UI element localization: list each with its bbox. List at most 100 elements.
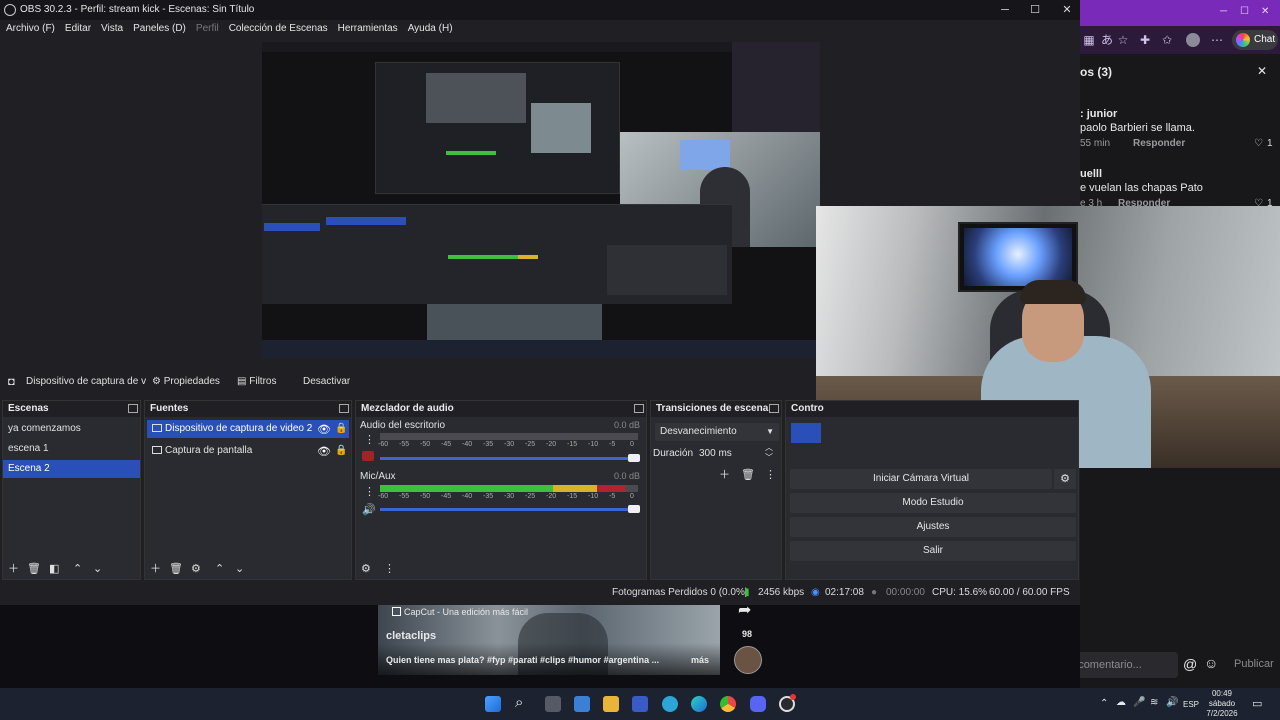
wifi-icon[interactable]: ≋ bbox=[1150, 697, 1158, 708]
favorite-icon[interactable]: ☆ bbox=[1116, 33, 1130, 47]
reply-button[interactable]: Responder bbox=[1133, 138, 1185, 149]
channel-menu-icon[interactable]: ⋮ bbox=[364, 485, 375, 498]
notifications-icon[interactable]: ▭ bbox=[1252, 697, 1262, 710]
undock-icon[interactable] bbox=[769, 404, 779, 413]
discord-icon[interactable] bbox=[750, 696, 766, 712]
exit-button[interactable]: Salir bbox=[790, 541, 1076, 561]
extensions-icon[interactable]: ✚ bbox=[1138, 33, 1152, 47]
browser-minimize-icon[interactable]: ─ bbox=[1220, 6, 1227, 17]
translate-icon[interactable]: あ bbox=[1100, 33, 1114, 47]
menu-paneles[interactable]: Paneles (D) bbox=[133, 20, 186, 38]
browser-maximize-icon[interactable]: ☐ bbox=[1240, 6, 1249, 17]
scene-item[interactable]: ya comenzamos bbox=[3, 420, 140, 438]
maximize-button[interactable]: ☐ bbox=[1020, 0, 1050, 20]
undock-icon[interactable] bbox=[634, 404, 644, 413]
source-properties-button[interactable]: ⚙ bbox=[191, 563, 201, 575]
menu-ayuda[interactable]: Ayuda (H) bbox=[408, 20, 453, 38]
mic-volume-knob[interactable] bbox=[628, 505, 640, 513]
menu-editar[interactable]: Editar bbox=[65, 20, 91, 38]
remove-transition-button[interactable]: 🗑 bbox=[741, 469, 755, 481]
properties-button[interactable]: ⚙ Propiedades bbox=[152, 374, 220, 390]
deactivate-button[interactable]: Desactivar bbox=[303, 374, 350, 390]
edge-icon[interactable] bbox=[691, 696, 707, 712]
minimize-button[interactable]: ─ bbox=[990, 0, 1020, 20]
more-link[interactable]: más bbox=[691, 655, 709, 665]
add-scene-button[interactable]: ＋ bbox=[8, 563, 19, 575]
move-down-button[interactable]: ⌄ bbox=[93, 563, 102, 575]
menu-vista[interactable]: Vista bbox=[101, 20, 123, 38]
reader-icon[interactable]: ▦ bbox=[1082, 33, 1096, 47]
scene-item[interactable]: escena 1 bbox=[3, 440, 140, 458]
clock-time[interactable]: 00:49 bbox=[1207, 689, 1237, 698]
browser-close-icon[interactable]: ✕ bbox=[1261, 6, 1269, 17]
desktop-volume-knob[interactable] bbox=[628, 454, 640, 462]
transition-menu-icon[interactable]: ⋮ bbox=[765, 469, 776, 481]
move-up-button[interactable]: ⌃ bbox=[73, 563, 82, 575]
like-icon[interactable]: ♡ bbox=[1254, 138, 1263, 149]
more-options-icon[interactable]: ⋯ bbox=[1210, 33, 1224, 47]
profile-avatar[interactable] bbox=[1186, 33, 1200, 47]
cloud-icon[interactable]: ☁ bbox=[1116, 697, 1126, 708]
file-explorer-icon[interactable] bbox=[603, 696, 619, 712]
stream-button[interactable] bbox=[791, 423, 821, 443]
move-up-button[interactable]: ⌃ bbox=[215, 563, 224, 575]
undock-icon[interactable] bbox=[339, 404, 349, 413]
mixer-advanced-icon[interactable]: ⚙ bbox=[361, 563, 371, 575]
volume-icon[interactable]: 🔊 bbox=[1166, 697, 1178, 708]
scene-item[interactable]: Escena 2 bbox=[3, 460, 140, 478]
search-icon[interactable]: ⌕ bbox=[515, 694, 523, 711]
widgets-icon[interactable] bbox=[574, 696, 590, 712]
remove-source-button[interactable]: 🗑 bbox=[169, 563, 183, 575]
desktop-volume-slider[interactable] bbox=[380, 457, 630, 460]
author-avatar[interactable] bbox=[734, 646, 762, 674]
channel-menu-icon[interactable]: ⋮ bbox=[364, 433, 375, 446]
clock-day[interactable]: sábado bbox=[1207, 699, 1237, 708]
menu-perfil[interactable]: Perfil bbox=[196, 20, 219, 38]
comment-user[interactable]: : junior bbox=[1080, 108, 1117, 120]
network-app-icon[interactable] bbox=[662, 696, 678, 712]
clock-date[interactable]: 7/2/2026 bbox=[1203, 709, 1241, 718]
menu-coleccion-escenas[interactable]: Colección de Escenas bbox=[229, 20, 328, 38]
tray-chevron-icon[interactable]: ⌃ bbox=[1100, 698, 1108, 709]
add-transition-button[interactable]: ＋ bbox=[719, 469, 730, 481]
task-view-icon[interactable] bbox=[545, 696, 561, 712]
microphone-icon[interactable]: 🎤 bbox=[1133, 697, 1145, 708]
video-source-badge[interactable]: CapCut - Una edición más fácil bbox=[404, 607, 528, 617]
virtual-camera-settings-icon[interactable]: ⚙ bbox=[1054, 469, 1076, 489]
muted-speaker-icon[interactable] bbox=[362, 451, 374, 461]
video-author[interactable]: cletaclips bbox=[386, 630, 436, 642]
filters-button[interactable]: ▤ Filtros bbox=[237, 374, 276, 390]
duration-spinbox[interactable]: 300 ms ︿ ﹀ bbox=[695, 443, 777, 463]
virtual-camera-button[interactable]: Iniciar Cámara Virtual bbox=[790, 469, 1052, 489]
language-indicator[interactable]: ESP bbox=[1183, 700, 1199, 709]
transition-select[interactable]: Desvanecimiento ▼ bbox=[655, 423, 779, 441]
store-icon[interactable] bbox=[632, 696, 648, 712]
menu-herramientas[interactable]: Herramientas bbox=[338, 20, 398, 38]
preview-canvas[interactable] bbox=[262, 42, 820, 358]
scene-filters-button[interactable]: ◧ bbox=[49, 563, 59, 575]
move-down-button[interactable]: ⌄ bbox=[235, 563, 244, 575]
stepper-icon[interactable]: ︿ ﹀ bbox=[765, 443, 773, 463]
mic-volume-slider[interactable] bbox=[380, 508, 630, 511]
chrome-icon[interactable] bbox=[720, 696, 736, 712]
undock-icon[interactable] bbox=[128, 404, 138, 413]
add-source-button[interactable]: ＋ bbox=[150, 563, 161, 575]
comment-user[interactable]: uelll bbox=[1080, 168, 1102, 180]
visibility-eye-icon[interactable]: 👁 bbox=[317, 445, 331, 458]
emoji-icon[interactable]: ☺ bbox=[1204, 655, 1218, 671]
lock-icon[interactable]: 🔒 bbox=[335, 445, 347, 456]
lock-icon[interactable]: 🔒 bbox=[335, 423, 347, 434]
settings-button[interactable]: Ajustes bbox=[790, 517, 1076, 537]
copilot-chat-button[interactable]: Chat bbox=[1232, 30, 1278, 50]
close-comments-icon[interactable]: ✕ bbox=[1257, 64, 1267, 78]
mention-icon[interactable]: @ bbox=[1183, 656, 1197, 672]
favorites-bar-icon[interactable]: ✩ bbox=[1160, 33, 1174, 47]
mixer-menu-icon[interactable]: ⋮ bbox=[384, 563, 395, 575]
start-icon[interactable] bbox=[485, 696, 501, 712]
visibility-eye-icon[interactable]: 👁 bbox=[317, 423, 331, 436]
studio-mode-button[interactable]: Modo Estudio bbox=[790, 493, 1076, 513]
publish-button[interactable]: Publicar bbox=[1234, 658, 1274, 670]
speaker-icon[interactable]: 🔊 bbox=[362, 503, 376, 516]
menu-archivo[interactable]: Archivo (F) bbox=[6, 20, 55, 38]
close-button[interactable]: ✕ bbox=[1052, 0, 1082, 20]
